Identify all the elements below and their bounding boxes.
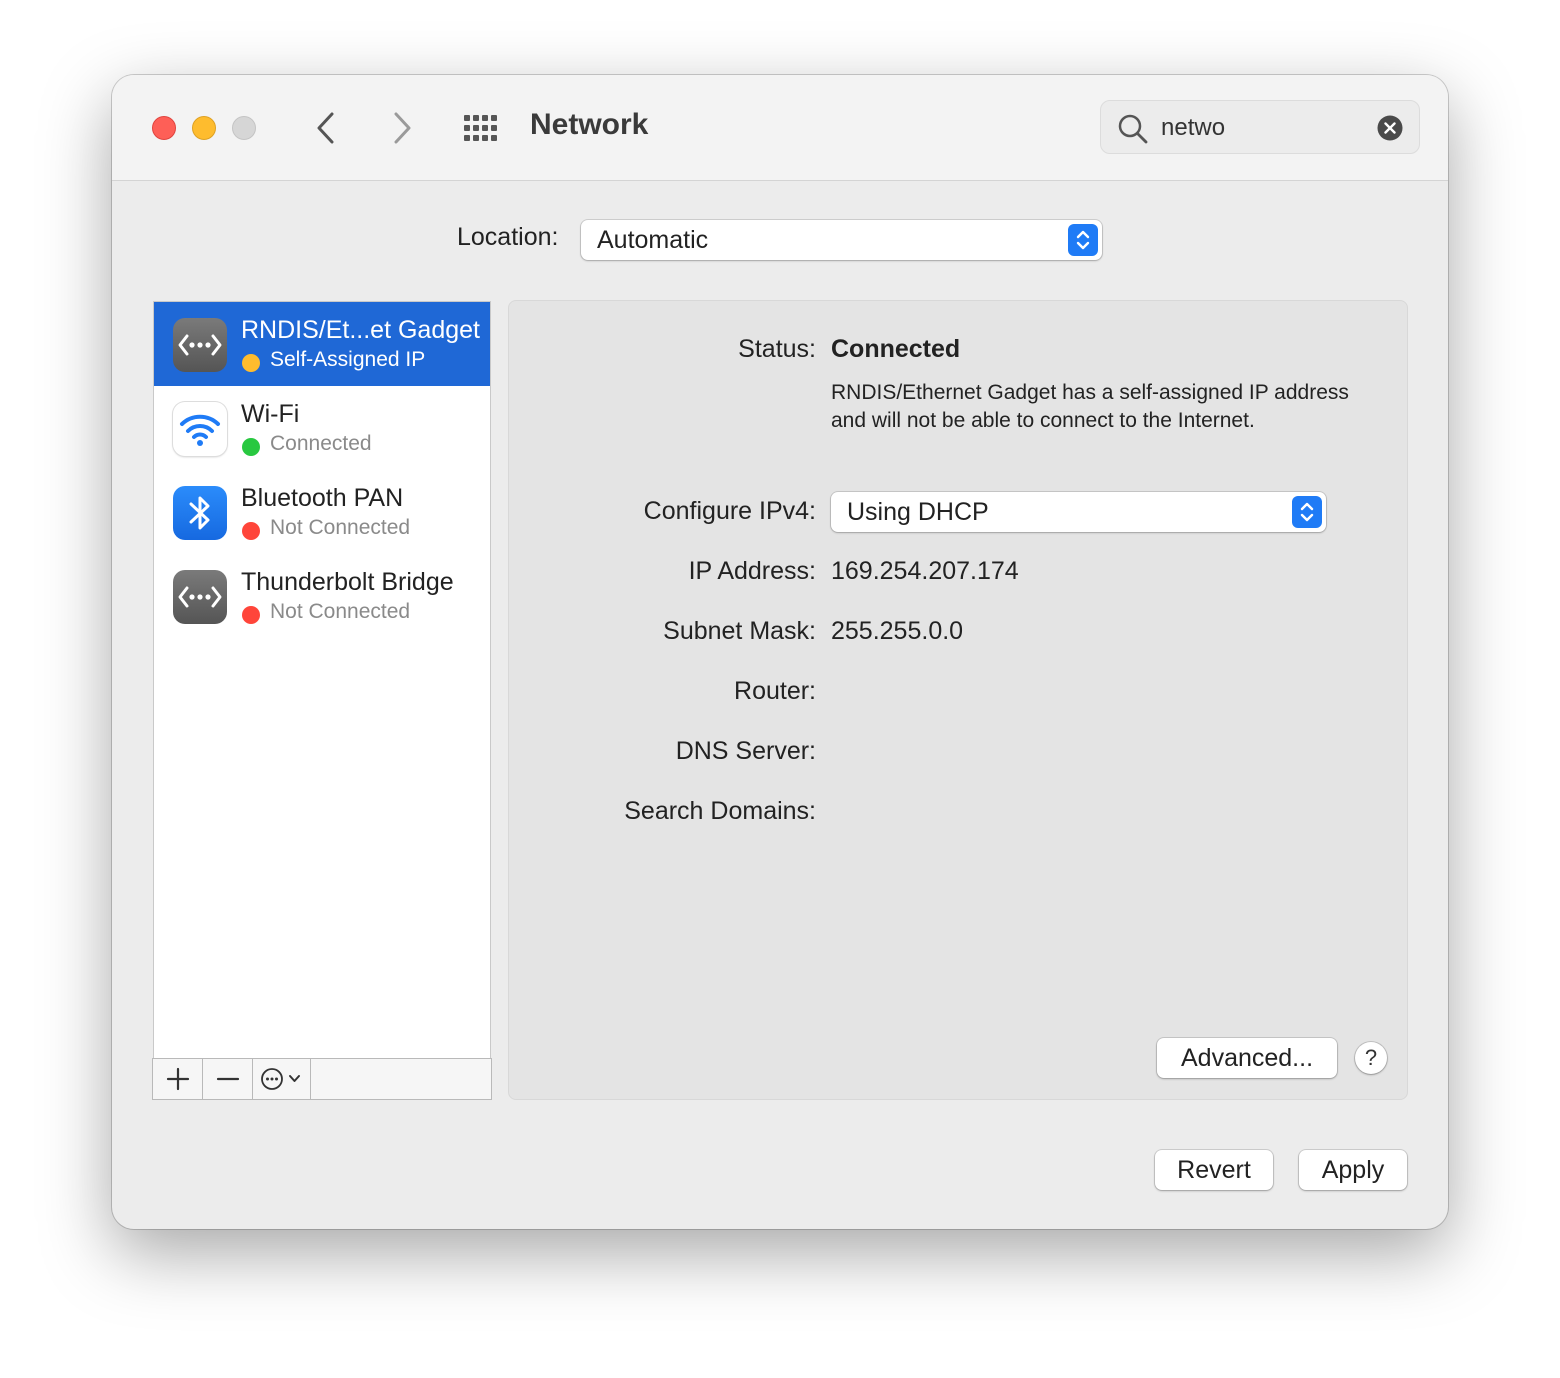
forward-button[interactable]: [384, 109, 418, 147]
wifi-icon: [173, 402, 227, 456]
service-status: Connected: [270, 432, 372, 455]
search-icon: [1118, 114, 1148, 144]
minus-icon: [216, 1077, 240, 1081]
service-item-thunderbolt-bridge[interactable]: Thunderbolt Bridge Not Connected: [154, 554, 490, 638]
status-dot: [242, 606, 260, 624]
grid-icon: [464, 115, 497, 141]
service-status: Not Connected: [270, 600, 411, 623]
ethernet-icon: [173, 318, 227, 372]
service-name: RNDIS/Et...et Gadget: [241, 316, 480, 344]
ethernet-icon: [173, 570, 227, 624]
title-bar: Network netwo: [112, 75, 1448, 181]
chevron-right-icon: [394, 112, 411, 144]
close-window-button[interactable]: [152, 116, 176, 140]
service-list-toolbar: [152, 1058, 492, 1100]
location-label: Location:: [457, 223, 559, 251]
clear-search-icon[interactable]: [1377, 115, 1403, 141]
subnet-mask-label: Subnet Mask:: [663, 617, 816, 645]
show-all-button[interactable]: [462, 113, 504, 143]
search-domains-label: Search Domains:: [624, 797, 816, 825]
service-detail-panel: Status: Connected RNDIS/Ethernet Gadget …: [508, 300, 1408, 1100]
search-field[interactable]: netwo: [1100, 100, 1420, 154]
status-dot: [242, 438, 260, 456]
advanced-button[interactable]: Advanced...: [1157, 1038, 1337, 1078]
service-status: Self-Assigned IP: [270, 348, 426, 371]
bluetooth-icon: [173, 486, 227, 540]
service-list: RNDIS/Et...et Gadget Self-Assigned IP Wi…: [153, 301, 491, 1059]
service-actions-button[interactable]: [253, 1059, 311, 1099]
status-value: Connected: [831, 335, 961, 363]
service-item-wifi[interactable]: Wi-Fi Connected: [154, 386, 490, 470]
up-down-chevron-icon: [1076, 230, 1090, 250]
service-item-bluetooth-pan[interactable]: Bluetooth PAN Not Connected: [154, 470, 490, 554]
status-label: Status:: [738, 335, 816, 363]
dns-server-label: DNS Server:: [675, 737, 816, 765]
up-down-chevron-icon: [1300, 502, 1314, 522]
service-status: Not Connected: [270, 516, 411, 539]
zoom-window-button[interactable]: [232, 116, 256, 140]
search-input[interactable]: netwo: [1161, 114, 1225, 142]
service-name: Thunderbolt Bridge: [241, 568, 454, 596]
subnet-mask-value: 255.255.0.0: [831, 617, 964, 645]
minimize-window-button[interactable]: [192, 116, 216, 140]
configure-ipv4-stepper: [1292, 496, 1322, 528]
router-label: Router:: [734, 677, 816, 705]
location-stepper: [1068, 224, 1098, 256]
ip-address-label: IP Address:: [688, 557, 816, 585]
ip-address-value: 169.254.207.174: [831, 557, 1019, 585]
location-value: Automatic: [597, 226, 709, 254]
window-title: Network: [530, 108, 649, 141]
service-name: Wi-Fi: [241, 400, 300, 428]
help-button[interactable]: ?: [1355, 1042, 1387, 1074]
plus-icon: [166, 1067, 190, 1091]
ellipsis-circle-icon: [261, 1068, 300, 1090]
remove-service-button[interactable]: [203, 1059, 253, 1099]
location-popup[interactable]: Automatic: [581, 220, 1102, 260]
status-dot: [242, 522, 260, 540]
service-item-rndis[interactable]: RNDIS/Et...et Gadget Self-Assigned IP: [154, 302, 490, 386]
apply-button[interactable]: Apply: [1299, 1150, 1407, 1190]
configure-ipv4-popup[interactable]: Using DHCP: [831, 492, 1326, 532]
status-dot: [242, 354, 260, 372]
configure-ipv4-label: Configure IPv4:: [643, 497, 816, 525]
chevron-left-icon: [317, 112, 334, 144]
back-button[interactable]: [310, 109, 344, 147]
configure-ipv4-value: Using DHCP: [847, 498, 989, 526]
service-name: Bluetooth PAN: [241, 484, 404, 512]
status-description: RNDIS/Ethernet Gadget has a self-assigne…: [831, 381, 1349, 432]
add-service-button[interactable]: [153, 1059, 203, 1099]
revert-button[interactable]: Revert: [1155, 1150, 1273, 1190]
network-preferences-window: Network netwo Location: Automatic RNDIS/…: [112, 75, 1448, 1229]
